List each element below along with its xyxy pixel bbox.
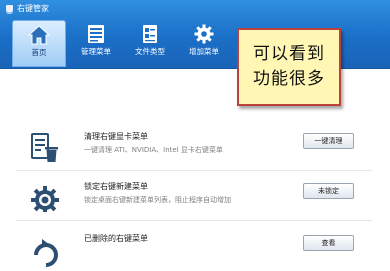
nav-item-file-type[interactable]: 文件类型 xyxy=(126,20,174,65)
one-click-clean-button[interactable]: 一键清理 xyxy=(303,133,354,149)
nav-label-file-type: 文件类型 xyxy=(135,47,165,56)
gear-icon xyxy=(28,181,62,215)
feature-title: 锁定右键新建菜单 xyxy=(84,182,148,191)
feature-row-lock-new-menu: 锁定右键新建菜单 锁定桌面右键新建菜单列表，阻止程序自动增加 未锁定 xyxy=(16,177,372,217)
row-divider xyxy=(16,170,372,171)
trash-icon xyxy=(28,131,62,165)
file-type-icon xyxy=(139,23,161,45)
callout-line-1: 可以看到 xyxy=(253,44,325,64)
title-bar: 右键管家 xyxy=(6,3,49,15)
window-title: 右键管家 xyxy=(17,4,49,13)
feature-row-deleted-menus: 已删除的右键菜单 查看 xyxy=(16,229,372,269)
row-divider xyxy=(16,220,372,221)
feature-title: 已删除的右键菜单 xyxy=(84,234,148,243)
app-window: 右键管家 首页 管理菜单 文件类型 增加菜单 清理右键显卡菜单 一键清理 ATI… xyxy=(0,0,390,267)
feature-description: 锁定桌面右键新建菜单列表，阻止程序自动增加 xyxy=(84,196,231,204)
nav-label-manage-menu: 管理菜单 xyxy=(81,47,111,56)
feature-description: 一键清理 ATI、NVIDIA、Intel 显卡右键菜单 xyxy=(84,146,223,154)
restore-icon xyxy=(28,233,62,267)
callout-line-2: 功能很多 xyxy=(253,69,325,89)
nav-label-home: 首页 xyxy=(31,48,47,57)
app-logo-icon xyxy=(6,4,13,14)
gear-icon xyxy=(193,23,215,45)
view-button[interactable]: 查看 xyxy=(303,235,354,251)
nav-item-home[interactable]: 首页 xyxy=(12,20,66,67)
feature-title: 清理右键显卡菜单 xyxy=(84,132,148,141)
feature-row-clean-gpu-menu: 清理右键显卡菜单 一键清理 ATI、NVIDIA、Intel 显卡右键菜单 一键… xyxy=(16,127,372,167)
annotation-callout: 可以看到 功能很多 xyxy=(237,28,341,106)
nav-item-manage-menu[interactable]: 管理菜单 xyxy=(72,20,120,65)
lock-status-button[interactable]: 未锁定 xyxy=(303,183,354,199)
list-icon xyxy=(85,23,107,45)
main-nav: 首页 管理菜单 文件类型 增加菜单 xyxy=(12,20,228,67)
home-icon xyxy=(28,24,50,46)
nav-item-add-menu[interactable]: 增加菜单 xyxy=(180,20,228,65)
nav-label-add-menu: 增加菜单 xyxy=(189,47,219,56)
